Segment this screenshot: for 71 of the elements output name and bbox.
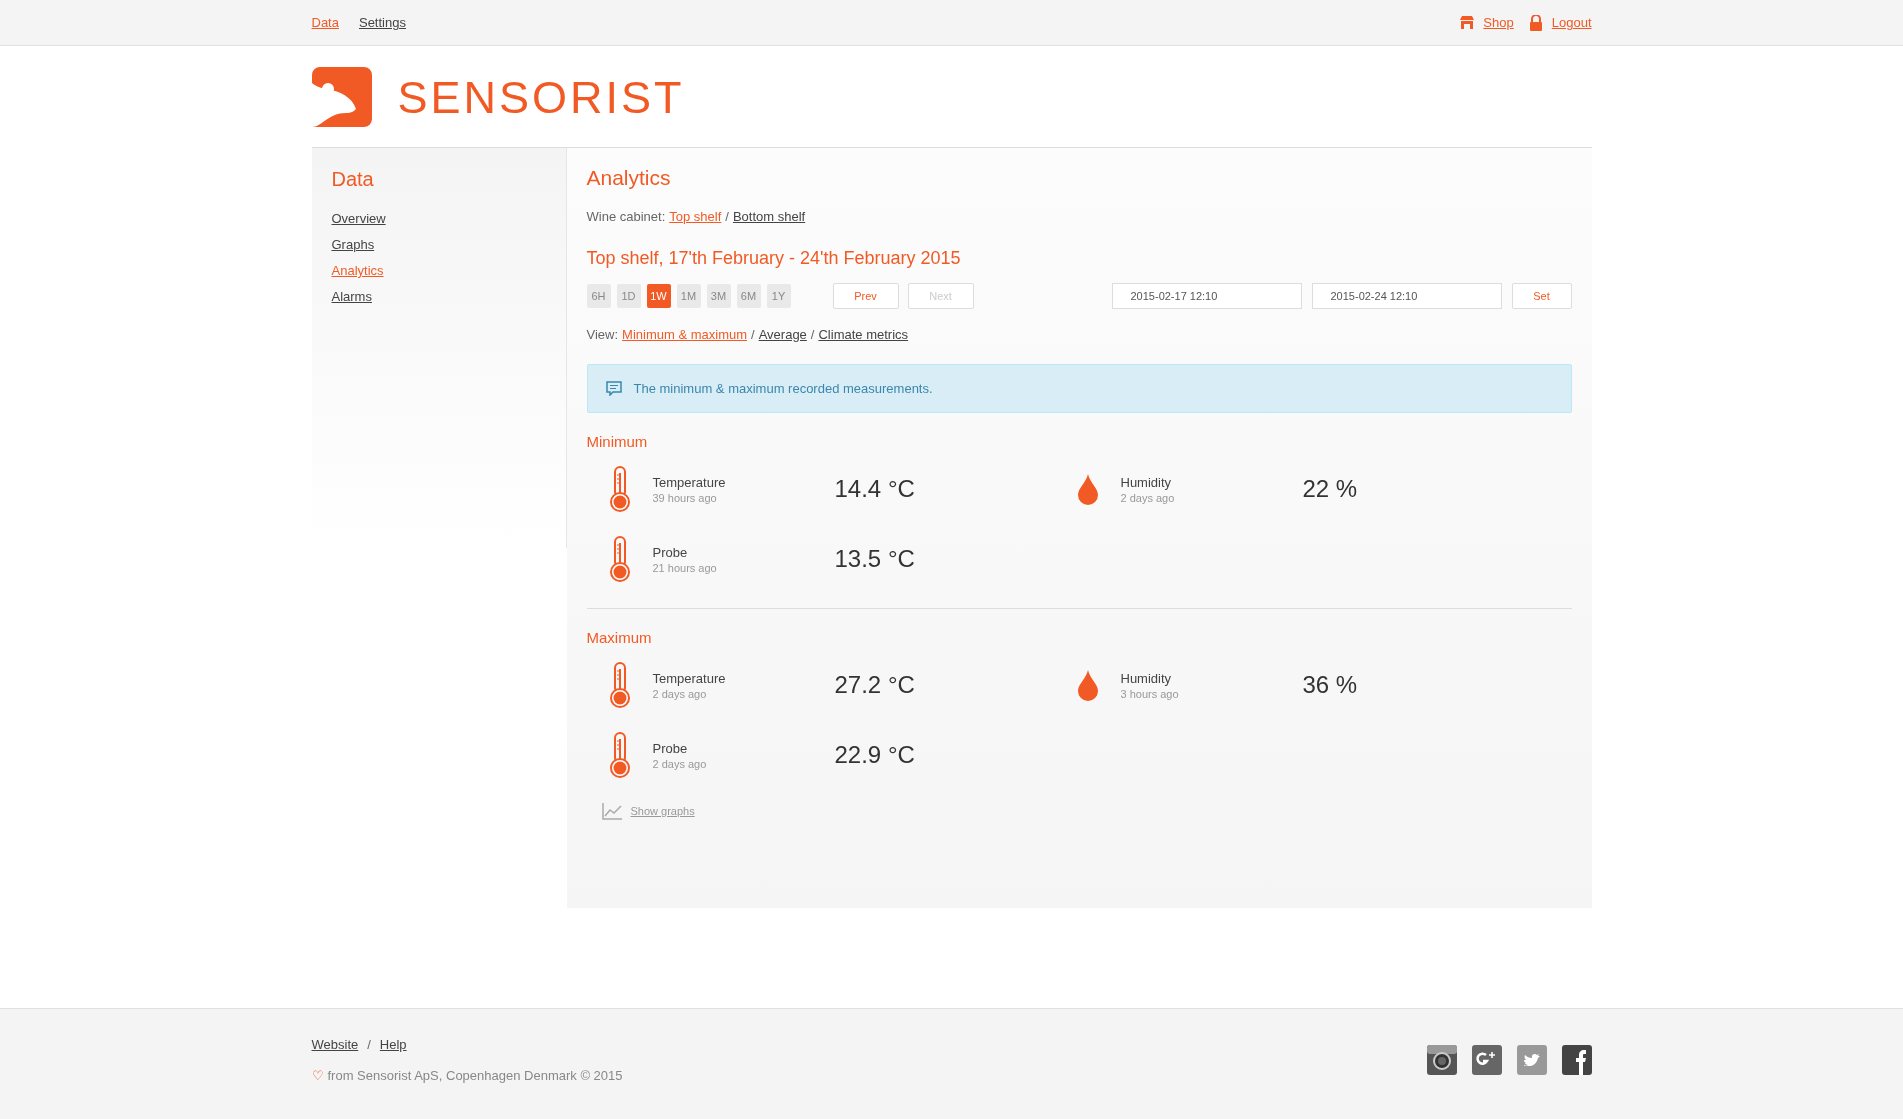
- option-link[interactable]: Bottom shelf: [732, 209, 806, 224]
- footer-link[interactable]: Website: [311, 1037, 359, 1052]
- google-plus-icon[interactable]: [1471, 1045, 1502, 1075]
- reading-value: 13.5 °C: [834, 545, 916, 573]
- reading-value: 22 %: [1302, 475, 1359, 503]
- time-ago: 2 days ago: [1120, 491, 1176, 504]
- date-field[interactable]: 2015-02-17 12:10: [1111, 283, 1302, 309]
- time-ago: 21 hours ago: [652, 561, 718, 574]
- sidebar-link[interactable]: Overview: [331, 211, 386, 226]
- bird-icon[interactable]: [1516, 1045, 1547, 1075]
- separator: /: [725, 209, 729, 224]
- page-title: Analytics: [586, 166, 672, 190]
- option-link[interactable]: Minimum & maximum: [622, 327, 748, 342]
- section-title: Minimum: [586, 433, 649, 450]
- nav-link[interactable]: Settings: [358, 15, 406, 30]
- info-text: The minimum & maximum recorded measurements.: [633, 381, 933, 396]
- sensor-name: Humidity: [1120, 474, 1173, 490]
- set-button[interactable]: Set: [1511, 283, 1572, 309]
- separator: /: [810, 327, 815, 342]
- lock-icon: [1527, 14, 1544, 31]
- section-title: Maximum: [586, 629, 653, 646]
- option-link[interactable]: Average: [758, 327, 807, 342]
- field-label: View:: [586, 327, 619, 342]
- separator: /: [751, 327, 755, 342]
- water-drop-icon: [1075, 472, 1100, 506]
- bird-logo-icon: [311, 67, 372, 127]
- sensor-name: Humidity: [1120, 670, 1173, 686]
- period-title: Top shelf, 17'th February - 24'th February 2015: [586, 248, 962, 269]
- range-button[interactable]: 1W: [646, 284, 671, 308]
- line-chart-icon: [601, 802, 623, 820]
- heart-symbol: ♡: [311, 1068, 324, 1083]
- range-button[interactable]: 6M: [736, 284, 761, 308]
- facebook-icon[interactable]: [1561, 1045, 1592, 1075]
- reading-value: 36 %: [1302, 671, 1359, 699]
- option-link[interactable]: Climate metrics: [818, 327, 909, 342]
- nav-link[interactable]: Data: [311, 15, 339, 30]
- range-button[interactable]: 3M: [706, 284, 731, 308]
- header-link[interactable]: Shop: [1483, 15, 1514, 30]
- pager-button[interactable]: Prev: [832, 283, 899, 309]
- option-link[interactable]: Top shelf: [669, 209, 722, 224]
- time-ago: 2 days ago: [652, 687, 708, 700]
- time-ago: 3 hours ago: [1120, 687, 1180, 700]
- range-button[interactable]: 1D: [616, 284, 641, 308]
- sidebar-title: Data: [331, 168, 375, 191]
- sensor-name: Temperature: [652, 474, 727, 490]
- sidebar-link[interactable]: Graphs: [331, 237, 375, 252]
- footer-link[interactable]: Help: [379, 1037, 407, 1052]
- water-drop-icon: [1075, 668, 1100, 702]
- camera-icon[interactable]: [1426, 1045, 1457, 1075]
- range-button[interactable]: 1Y: [766, 284, 791, 308]
- sensor-name: Temperature: [652, 670, 727, 686]
- sensor-name: Probe: [652, 544, 689, 560]
- speech-bubble-icon: [605, 381, 622, 396]
- range-button[interactable]: 1M: [676, 284, 701, 308]
- field-label: Wine cabinet:: [586, 209, 666, 224]
- reading-value: 22.9 °C: [834, 741, 916, 769]
- show-graphs-link[interactable]: Show graphs: [630, 805, 695, 817]
- header-link[interactable]: Logout: [1551, 15, 1592, 30]
- reading-value: 27.2 °C: [834, 671, 916, 699]
- reading-value: 14.4 °C: [834, 475, 916, 503]
- date-field[interactable]: 2015-02-24 12:10: [1311, 283, 1502, 309]
- shop-icon: [1459, 15, 1476, 30]
- range-button[interactable]: 6H: [586, 284, 611, 308]
- brand-name: SENSORIST: [397, 74, 685, 120]
- copyright-text: from Sensorist ApS, Copenhagen Denmark © 2015: [327, 1068, 623, 1083]
- sidebar-link[interactable]: Analytics: [331, 263, 384, 278]
- separator: /: [367, 1037, 371, 1052]
- time-ago: 39 hours ago: [652, 491, 718, 504]
- sensor-name: Probe: [652, 740, 689, 756]
- sidebar-link[interactable]: Alarms: [331, 289, 372, 304]
- time-ago: 2 days ago: [652, 757, 708, 770]
